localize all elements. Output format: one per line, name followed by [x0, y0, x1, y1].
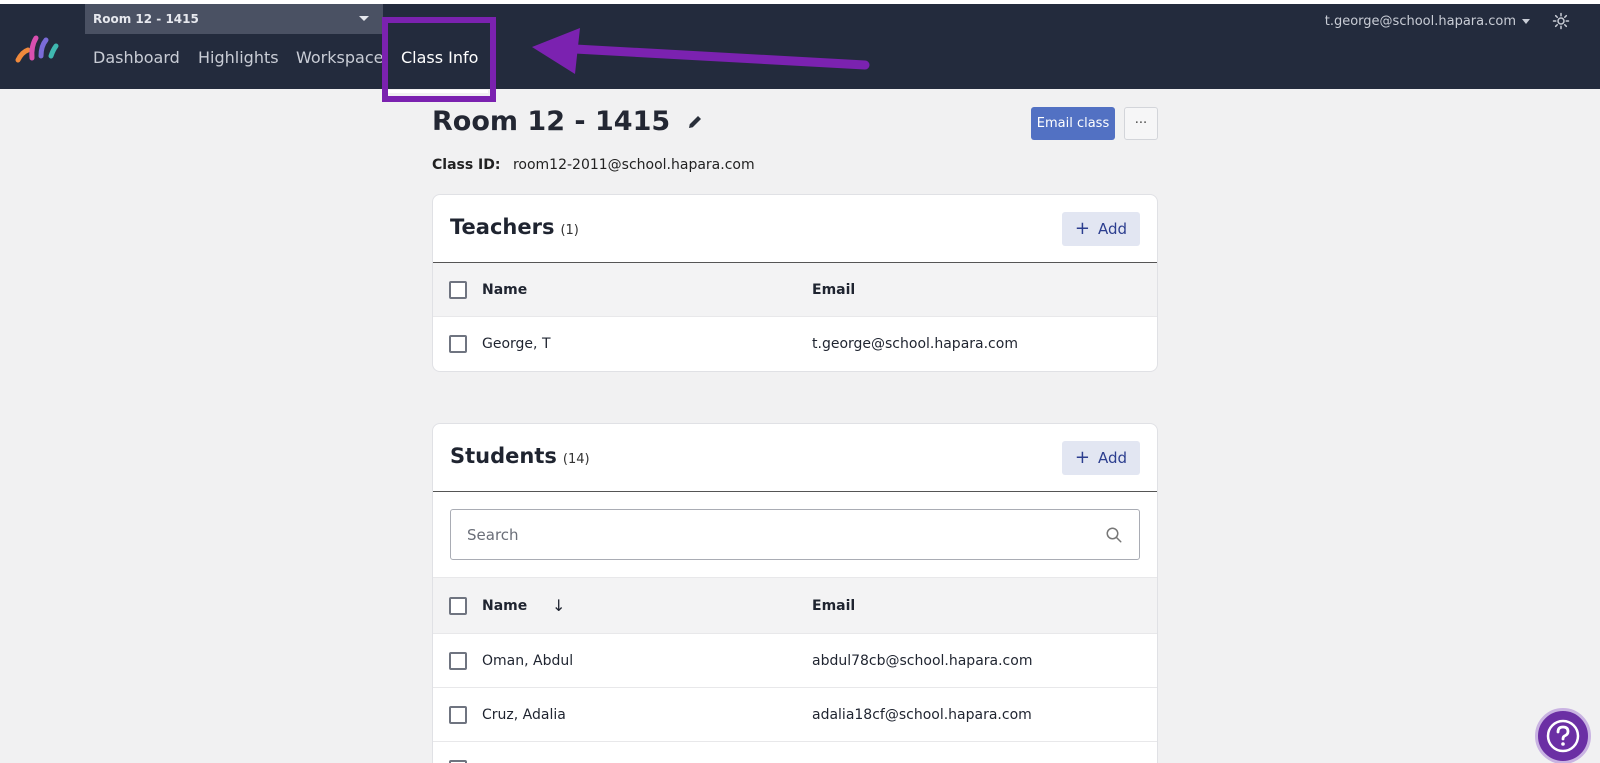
sort-arrow-down-icon[interactable]: ↓ — [552, 596, 565, 615]
search-placeholder: Search — [467, 525, 519, 544]
user-email: t.george@school.hapara.com — [1324, 14, 1516, 29]
students-card-header: Students (14) + Add — [433, 424, 1157, 492]
students-table-header: Name ↓ Email — [433, 578, 1157, 634]
teachers-card: Teachers (1) + Add Name Email George, T t… — [432, 194, 1158, 372]
students-title: Students — [450, 444, 557, 468]
table-row — [433, 742, 1157, 763]
students-card: Students (14) + Add Search Name ↓ Email O… — [432, 423, 1158, 763]
select-all-teachers-checkbox[interactable] — [449, 280, 467, 299]
student-email: abdul78cb@school.hapara.com — [812, 652, 1033, 669]
hapara-logo[interactable] — [14, 34, 60, 66]
chevron-down-icon — [359, 16, 369, 21]
student-search-input[interactable]: Search — [450, 509, 1140, 560]
page-title: Room 12 - 1415 — [432, 106, 671, 137]
teachers-table-header: Name Email — [433, 263, 1157, 317]
add-teacher-button[interactable]: + Add — [1062, 212, 1140, 246]
row-checkbox[interactable] — [449, 651, 467, 670]
user-menu[interactable]: t.george@school.hapara.com — [1325, 14, 1530, 29]
column-header-email: Email — [812, 281, 856, 298]
plus-icon: + — [1074, 218, 1091, 239]
teachers-card-header: Teachers (1) + Add — [433, 195, 1157, 263]
annotation-highlight-box — [382, 17, 496, 102]
help-button[interactable] — [1535, 708, 1591, 763]
column-header-email: Email — [812, 597, 856, 614]
class-selector-label: Room 12 - 1415 — [93, 12, 199, 26]
class-id-value: room12-2011@school.hapara.com — [512, 157, 755, 173]
table-row: Cruz, Adalia adalia18cf@school.hapara.co… — [433, 688, 1157, 742]
nav-workspace[interactable]: Workspace — [296, 48, 383, 67]
annotation-arrow — [532, 28, 870, 74]
teacher-name: George, T — [482, 336, 551, 352]
class-title-row: Room 12 - 1415 — [432, 106, 704, 137]
class-selector-dropdown[interactable]: Room 12 - 1415 — [85, 4, 383, 34]
teachers-title: Teachers — [450, 215, 555, 239]
table-row: Oman, Abdul abdul78cb@school.hapara.com — [433, 634, 1157, 688]
gear-icon[interactable] — [1552, 12, 1570, 30]
class-id-label: Class ID: — [432, 157, 501, 173]
question-mark-icon — [1546, 719, 1580, 753]
row-checkbox[interactable] — [449, 759, 467, 763]
student-search-area: Search — [433, 492, 1157, 578]
teachers-heading: Teachers (1) — [450, 215, 579, 239]
teacher-email: t.george@school.hapara.com — [812, 336, 1018, 352]
add-student-button[interactable]: + Add — [1062, 441, 1140, 475]
more-options-button[interactable]: ··· — [1124, 107, 1158, 140]
row-checkbox[interactable] — [449, 705, 467, 724]
nav-dashboard[interactable]: Dashboard — [93, 48, 180, 67]
plus-icon: + — [1074, 447, 1091, 468]
teachers-count: (1) — [560, 223, 579, 238]
chevron-down-icon — [1522, 19, 1530, 24]
column-header-name: Name — [482, 281, 528, 298]
students-heading: Students (14) — [450, 444, 590, 468]
nav-highlights[interactable]: Highlights — [198, 48, 279, 67]
pencil-edit-icon[interactable] — [686, 113, 704, 131]
class-id: Class ID: room12-2011@school.hapara.com — [432, 157, 755, 173]
student-name: Cruz, Adalia — [482, 706, 566, 723]
add-teacher-label: Add — [1098, 220, 1128, 238]
add-student-label: Add — [1098, 449, 1128, 467]
email-class-button[interactable]: Email class — [1031, 107, 1115, 140]
student-email: adalia18cf@school.hapara.com — [812, 706, 1032, 723]
select-all-students-checkbox[interactable] — [449, 596, 467, 615]
column-header-name[interactable]: Name — [482, 598, 527, 614]
table-row: George, T t.george@school.hapara.com — [433, 317, 1157, 371]
search-icon[interactable] — [1105, 526, 1123, 544]
students-count: (14) — [562, 452, 590, 467]
student-name: Oman, Abdul — [482, 652, 574, 669]
row-checkbox[interactable] — [449, 335, 467, 353]
